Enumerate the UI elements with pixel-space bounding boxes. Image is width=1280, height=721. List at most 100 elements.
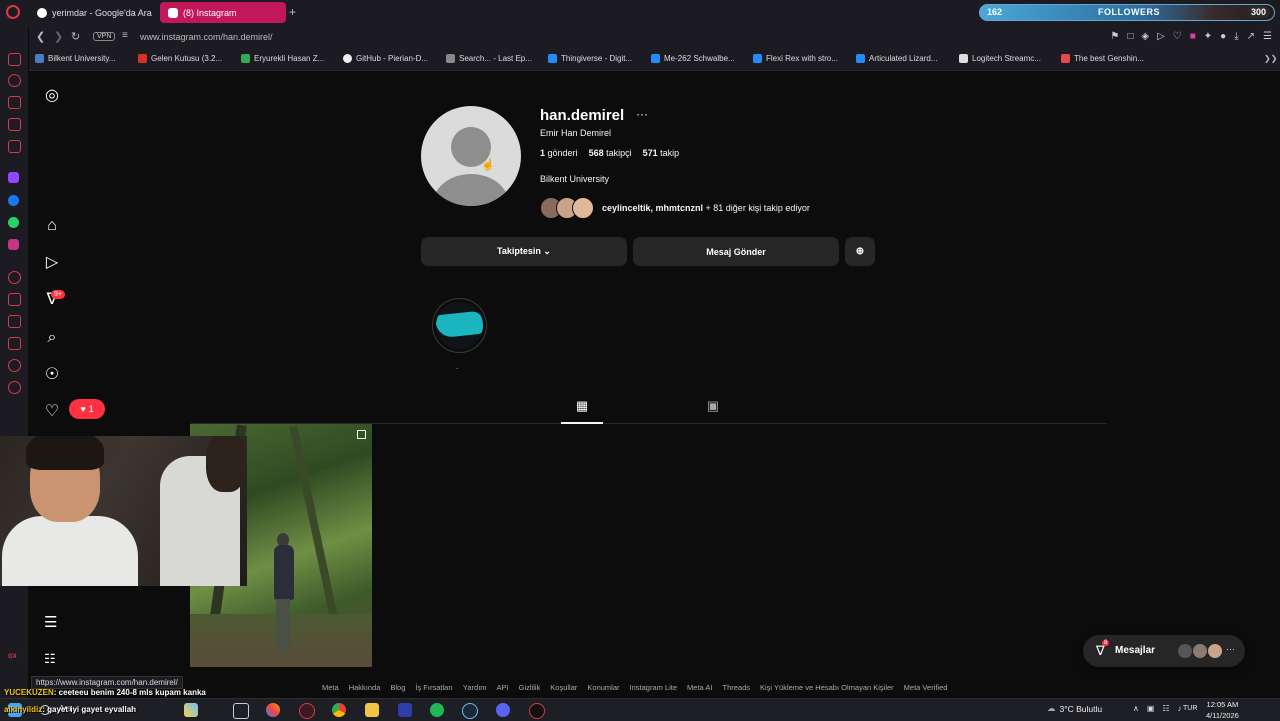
twitch-icon[interactable] xyxy=(8,172,19,183)
copilot-search-icon[interactable] xyxy=(184,703,198,717)
messages-pill[interactable]: ∇ 8 Mesajlar ··· xyxy=(1083,635,1245,667)
whatsapp-icon[interactable] xyxy=(8,217,19,228)
gx-mods-icon[interactable] xyxy=(8,140,21,153)
tab-google-search[interactable]: yerimdar - Google'da Ara xyxy=(29,2,154,23)
likes-notification-bubble[interactable]: ♥ 1 xyxy=(69,399,105,419)
volume-icon[interactable]: ♪ xyxy=(1178,704,1182,713)
music-icon[interactable] xyxy=(8,271,21,284)
footer-link[interactable]: Blog xyxy=(390,683,405,692)
opera-logo-icon[interactable] xyxy=(6,5,20,19)
footer-link[interactable]: Meta Verified xyxy=(904,683,948,692)
mail-icon[interactable] xyxy=(8,53,21,66)
site-info-icon[interactable]: ≡ xyxy=(122,30,128,41)
reels-icon[interactable]: ▷ xyxy=(43,254,61,272)
weather-widget[interactable]: ☁ 3°C Bulutlu xyxy=(1047,703,1102,714)
tab-posts[interactable]: ▦ xyxy=(561,398,603,423)
footer-link[interactable]: API xyxy=(497,683,509,692)
footer-link[interactable]: Yardım xyxy=(463,683,487,692)
likes-icon[interactable]: ♡ xyxy=(43,403,61,421)
chrome-icon[interactable] xyxy=(332,703,346,717)
play-icon[interactable]: ▷ xyxy=(1157,31,1165,42)
bookmark-item[interactable]: Gelen Kutusu (3.2... xyxy=(138,54,222,63)
task-view-icon[interactable] xyxy=(233,703,249,719)
tab-tagged[interactable]: ▣ xyxy=(700,398,726,418)
download-icon[interactable]: ⤓ xyxy=(1234,31,1238,42)
vpn-badge[interactable]: VPN xyxy=(93,32,116,41)
network-icon[interactable]: ☷ xyxy=(1162,704,1169,713)
back-icon[interactable]: ❮ xyxy=(36,30,45,43)
home-icon[interactable]: ⌂ xyxy=(43,217,61,235)
footer-link[interactable]: Instagram Lite xyxy=(630,683,678,692)
send-message-button[interactable]: Mesaj Gönder xyxy=(633,237,839,266)
wallet-icon[interactable] xyxy=(8,315,21,328)
suggested-users-button[interactable]: ⊕ xyxy=(845,237,875,266)
bookmark-item[interactable]: Eryurekli Hasan Z... xyxy=(241,54,324,63)
pin-icon[interactable]: ⚑ xyxy=(1110,31,1119,42)
footer-link[interactable]: Kişi Yükleme ve Hesabı Olmayan Kişiler xyxy=(760,683,894,692)
visual-studio-icon[interactable] xyxy=(398,703,412,717)
pin-icon[interactable] xyxy=(8,293,21,306)
new-tab-button[interactable]: + xyxy=(289,5,296,19)
ai-icon[interactable]: ↗ xyxy=(1247,31,1255,42)
copilot-icon[interactable] xyxy=(266,703,280,717)
settings-icon[interactable] xyxy=(8,381,21,394)
instagram-logo-icon[interactable]: ◎ xyxy=(43,87,61,105)
bookmark-item[interactable]: GitHub - Pierian-D... xyxy=(343,54,428,63)
more-menu-icon[interactable]: ☰ xyxy=(44,613,57,631)
obs-icon[interactable] xyxy=(529,703,545,719)
heart-icon[interactable]: ♡ xyxy=(1173,31,1182,42)
steam-icon[interactable] xyxy=(462,703,478,719)
tray-app-icon[interactable]: ▣ xyxy=(1147,704,1155,713)
bookmark-item[interactable]: Thingiverse - Digit... xyxy=(548,54,632,63)
bookmark-item[interactable]: Flexi Rex with stro... xyxy=(753,54,838,63)
profile-icon[interactable]: ● xyxy=(1220,31,1226,42)
following-button[interactable]: Takiptesin ⌄ xyxy=(421,237,627,266)
history-icon[interactable] xyxy=(8,74,21,87)
bookmark-item[interactable]: Me-262 Schwalbe... xyxy=(651,54,735,63)
bookmark-item[interactable]: Articulated Lizard... xyxy=(856,54,937,63)
search-icon[interactable]: ⌕ xyxy=(43,329,61,347)
more-bookmarks-icon[interactable]: ❯❯ xyxy=(1264,54,1277,63)
extensions-icon[interactable] xyxy=(8,359,21,372)
bookmark-item[interactable]: Bilkent University... xyxy=(35,54,115,63)
footer-link[interactable]: Koşullar xyxy=(550,683,577,692)
bookmark-item[interactable]: Logitech Streamc... xyxy=(959,54,1041,63)
footer-link[interactable]: Threads xyxy=(722,683,750,692)
profile-options-button[interactable]: ··· xyxy=(636,107,648,121)
forward-icon[interactable]: ❯ xyxy=(54,30,63,43)
followers-stat[interactable]: 568 takipçi xyxy=(589,148,632,158)
puzzle-icon[interactable]: ✦ xyxy=(1204,31,1212,42)
footer-link[interactable]: Meta AI xyxy=(687,683,712,692)
footer-link[interactable]: Gizlilik xyxy=(519,683,541,692)
following-stat[interactable]: 571 takip xyxy=(643,148,680,158)
tab-instagram[interactable]: (8) Instagram xyxy=(160,2,286,23)
url-input[interactable]: www.instagram.com/han.demirel/ xyxy=(140,32,273,42)
footer-link[interactable]: Konumlar xyxy=(587,683,619,692)
explore-icon[interactable]: ☉ xyxy=(43,366,61,384)
snapshot-icon[interactable]: □ xyxy=(1127,31,1133,42)
file-explorer-icon[interactable] xyxy=(365,703,379,717)
footer-link[interactable]: İş Fırsatları xyxy=(415,683,453,692)
gamepad-icon[interactable] xyxy=(8,118,21,131)
followed-by[interactable]: ceylinceltik, mhmtcnznl + 81 diğer kişi … xyxy=(540,197,810,219)
tray-chevron-icon[interactable]: ∧ xyxy=(1133,704,1139,713)
messenger-icon[interactable] xyxy=(8,195,19,206)
reload-icon[interactable]: ↻ xyxy=(71,30,80,43)
also-from-meta-icon[interactable]: ☷ xyxy=(44,651,56,667)
clock[interactable]: 12:05 AM 4/11/2026 xyxy=(1206,699,1239,721)
spotify-icon[interactable] xyxy=(430,703,444,717)
menu-icon[interactable]: ☰ xyxy=(1263,31,1272,42)
wallet-icon[interactable]: ◈ xyxy=(1141,31,1149,42)
highlight-cover[interactable] xyxy=(436,302,483,349)
profile-avatar[interactable] xyxy=(421,106,521,206)
language-indicator[interactable]: TUR xyxy=(1183,705,1197,712)
gx-control-icon[interactable]: GX xyxy=(8,654,19,665)
discord-icon[interactable] xyxy=(496,703,510,717)
footer-link[interactable]: Meta xyxy=(322,683,339,692)
extension-icon[interactable]: ■ xyxy=(1190,31,1196,42)
bookmark-item[interactable]: Search... - Last Ep... xyxy=(446,54,532,63)
footer-link[interactable]: Hakkında xyxy=(349,683,381,692)
instagram-icon[interactable] xyxy=(8,239,19,250)
bookmark-item[interactable]: The best Genshin... xyxy=(1061,54,1144,63)
bag-icon[interactable] xyxy=(8,96,21,109)
